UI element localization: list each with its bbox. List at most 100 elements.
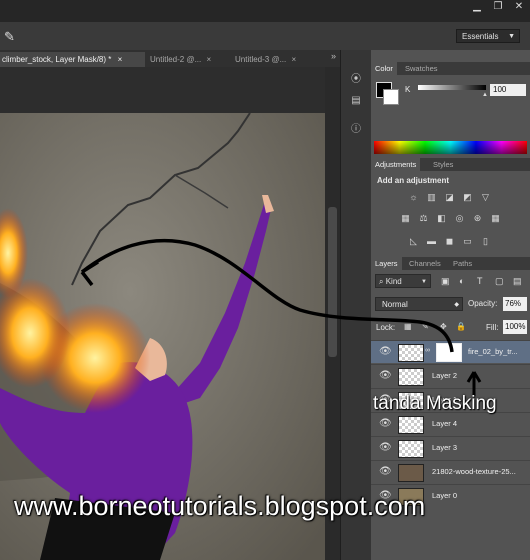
- layer-thumbnail: [398, 344, 424, 362]
- slider-thumb[interactable]: ▲: [482, 92, 488, 98]
- adjustments-heading: Add an adjustment: [377, 176, 450, 185]
- restore-button[interactable]: ❐: [489, 0, 507, 14]
- chevron-down-icon: ◆: [454, 302, 459, 308]
- search-icon: ⌕: [379, 277, 386, 286]
- history-icon[interactable]: ⦿: [348, 70, 364, 85]
- close-icon[interactable]: ×: [118, 55, 123, 64]
- selective-color-icon[interactable]: ▭: [461, 236, 474, 247]
- invert-icon[interactable]: ◺: [407, 236, 420, 247]
- curves-icon[interactable]: ◪: [443, 192, 456, 203]
- scrollbar-thumb[interactable]: [328, 207, 337, 357]
- layer-mask-thumbnail[interactable]: [436, 343, 462, 362]
- layer-name: fire_02_by_tr...: [468, 347, 518, 356]
- document-tab-climber[interactable]: climber_stock, Layer Mask/8) * ×: [0, 52, 145, 67]
- tab-paths[interactable]: Paths: [449, 257, 476, 270]
- visibility-eye-icon[interactable]: 👁: [379, 418, 392, 429]
- layer-thumbnail: [398, 440, 424, 458]
- posterize-icon[interactable]: ▬: [425, 236, 438, 247]
- layer-thumbnail: [398, 368, 424, 386]
- layer-thumbnail: [398, 464, 424, 482]
- chevron-down-icon: ▼: [421, 279, 427, 285]
- info-icon[interactable]: ⓘ: [348, 120, 364, 135]
- document-tab-bar: climber_stock, Layer Mask/8) * × Untitle…: [0, 50, 340, 67]
- color-balance-icon[interactable]: ⚖: [417, 213, 430, 224]
- visibility-eye-icon[interactable]: 👁: [379, 442, 392, 453]
- layer-thumbnail: [398, 416, 424, 434]
- layer-name: Layer 0: [432, 491, 458, 500]
- lock-all-icon[interactable]: 🔒: [456, 322, 466, 331]
- lock-label: Lock:: [376, 323, 396, 332]
- mask-link-icon[interactable]: ∞: [425, 347, 430, 354]
- visibility-eye-icon[interactable]: 👁: [379, 346, 392, 357]
- site-watermark: www.borneotutorials.blogspot.com: [14, 491, 426, 521]
- mask-caption: tanda Masking: [373, 393, 497, 414]
- visibility-eye-icon[interactable]: 👁: [379, 466, 392, 477]
- adjustment-filter-icon[interactable]: ◐: [459, 276, 464, 286]
- properties-icon[interactable]: ▤: [348, 95, 364, 106]
- workspace-label: Essentials: [462, 32, 499, 41]
- exposure-icon[interactable]: ◩: [461, 192, 474, 203]
- tab-label: Untitled-2 @...: [150, 55, 202, 64]
- k-channel-value[interactable]: 100: [490, 84, 526, 96]
- close-icon[interactable]: ×: [291, 55, 296, 64]
- document-tab-untitled-2[interactable]: Untitled-2 @... ×: [150, 52, 230, 67]
- photo-filter-icon[interactable]: ◎: [453, 213, 466, 224]
- layer-name: Layer 2: [432, 371, 458, 380]
- document-tab-untitled-3[interactable]: Untitled-3 @... ×: [235, 52, 315, 67]
- fill-input[interactable]: 100%: [503, 320, 527, 334]
- more-tabs-icon[interactable]: »: [331, 51, 336, 61]
- vibrance-icon[interactable]: ▽: [479, 192, 492, 203]
- gradient-map-icon[interactable]: ▯: [479, 236, 492, 247]
- vertical-scrollbar[interactable]: [325, 67, 340, 560]
- panel-dock: Color Swatches K ▲ 100 Adjustments Style…: [371, 50, 530, 560]
- layer-row[interactable]: 👁 21802-wood-texture-25...: [371, 460, 530, 483]
- smart-filter-icon[interactable]: ▤: [513, 276, 522, 287]
- tab-color[interactable]: Color: [371, 62, 397, 75]
- minimize-button[interactable]: ▁: [468, 0, 486, 14]
- workspace-switcher[interactable]: Essentials ▼: [456, 29, 520, 43]
- layer-name: Layer 3: [432, 443, 458, 452]
- layer-row[interactable]: 👁 Layer 3: [371, 436, 530, 459]
- close-icon[interactable]: ×: [206, 55, 211, 64]
- layer-name: 21802-wood-texture-25...: [432, 467, 516, 476]
- type-filter-icon[interactable]: T: [477, 276, 483, 286]
- lock-position-icon[interactable]: ✥: [440, 322, 447, 331]
- layer-row[interactable]: 👁 Layer 2: [371, 364, 530, 387]
- pixel-filter-icon[interactable]: ▣: [441, 276, 450, 287]
- tab-layers[interactable]: Layers: [371, 257, 402, 270]
- black-white-icon[interactable]: ◧: [435, 213, 448, 224]
- visibility-eye-icon[interactable]: 👁: [379, 370, 392, 381]
- layer-filter-kind-select[interactable]: ⌕ Kind ▼: [375, 274, 431, 288]
- background-color-swatch[interactable]: [383, 89, 399, 105]
- collapsed-panel-dock: ⦿ ▤ ⓘ: [340, 50, 371, 560]
- color-lookup-icon[interactable]: ▦: [489, 213, 502, 224]
- shape-filter-icon[interactable]: ▢: [495, 276, 504, 287]
- tab-styles[interactable]: Styles: [429, 158, 457, 171]
- levels-icon[interactable]: ▥: [425, 192, 438, 203]
- layer-row[interactable]: 👁 Layer 4: [371, 412, 530, 435]
- blend-mode-select[interactable]: Normal ◆: [375, 297, 463, 311]
- lock-pixels-icon[interactable]: ✎: [422, 322, 429, 331]
- hue-saturation-icon[interactable]: ▦: [399, 213, 412, 224]
- tab-label: Untitled-3 @...: [235, 55, 287, 64]
- layers-panel-tabs: Layers Channels Paths: [371, 257, 530, 270]
- blend-mode-value: Normal: [382, 300, 408, 309]
- lock-transparent-icon[interactable]: ▦: [404, 322, 412, 331]
- tab-label: climber_stock, Layer Mask/8) *: [2, 55, 112, 64]
- kind-label: Kind: [385, 277, 402, 286]
- options-bar: ✎ Essentials ▼: [0, 22, 530, 51]
- adjustments-panel-tabs: Adjustments Styles: [371, 158, 530, 171]
- tab-channels[interactable]: Channels: [405, 257, 445, 270]
- tab-swatches[interactable]: Swatches: [401, 62, 442, 75]
- k-channel-label: K: [405, 85, 411, 94]
- k-channel-slider[interactable]: [418, 85, 486, 90]
- threshold-icon[interactable]: ◼: [443, 236, 456, 247]
- opacity-input[interactable]: 76%: [503, 297, 527, 311]
- color-spectrum[interactable]: [374, 141, 527, 154]
- brightness-icon[interactable]: ☼: [407, 192, 420, 203]
- layer-row[interactable]: 👁 ∞ fire_02_by_tr...: [371, 340, 530, 363]
- brush-icon[interactable]: ✎: [4, 29, 15, 45]
- close-button[interactable]: ✕: [510, 0, 528, 14]
- tab-adjustments[interactable]: Adjustments: [371, 158, 421, 171]
- channel-mixer-icon[interactable]: ⊛: [471, 213, 484, 224]
